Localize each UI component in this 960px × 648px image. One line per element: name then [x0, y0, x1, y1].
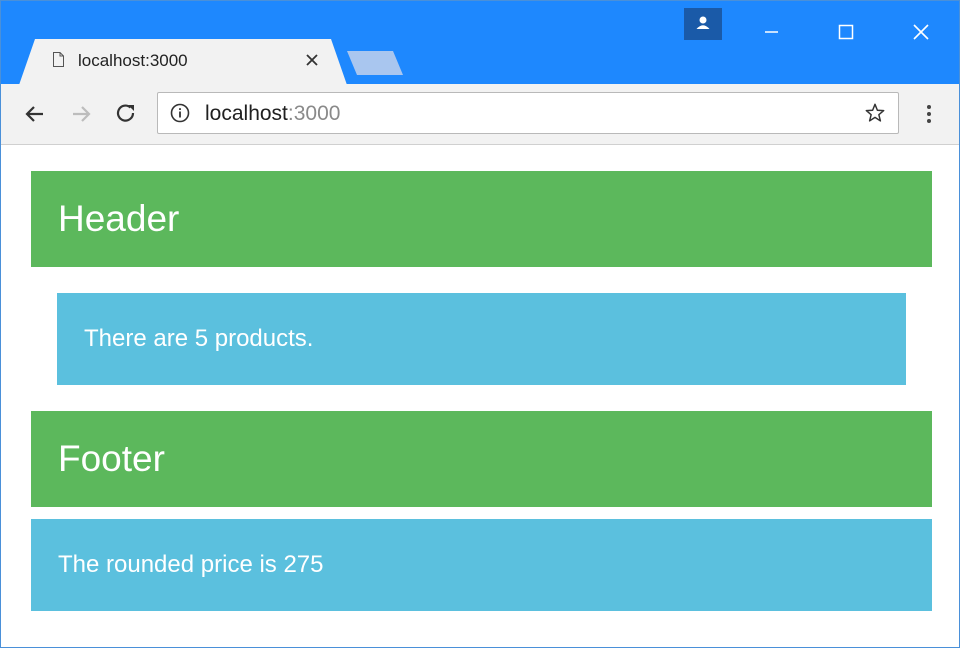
forward-arrow-icon[interactable]	[69, 102, 93, 126]
address-bar[interactable]: localhost:3000	[157, 92, 899, 134]
new-tab-icon[interactable]	[347, 51, 403, 75]
person-icon[interactable]	[684, 8, 722, 40]
browser-window: localhost:3000 localhost:3000 Header The…	[0, 0, 960, 648]
back-arrow-icon[interactable]	[23, 102, 47, 126]
close-icon[interactable]	[303, 51, 321, 69]
title-bar: localhost:3000	[1, 1, 959, 85]
page-content: Header There are 5 products. Footer The …	[1, 145, 959, 647]
page-icon	[53, 52, 64, 67]
url-host: localhost	[205, 102, 288, 125]
price-message: The rounded price is 275	[31, 519, 932, 611]
info-icon[interactable]	[170, 103, 190, 123]
products-message: There are 5 products.	[57, 293, 906, 385]
url-port: :3000	[287, 102, 341, 125]
kebab-menu-icon[interactable]	[919, 102, 939, 126]
minimize-icon[interactable]	[751, 13, 791, 43]
footer-panel: Footer	[31, 411, 932, 507]
star-icon[interactable]	[864, 102, 886, 124]
header-panel: Header	[31, 171, 932, 267]
maximize-icon[interactable]	[826, 13, 866, 43]
tab-title: localhost:3000	[78, 51, 188, 70]
toolbar: localhost:3000	[1, 84, 959, 145]
reload-icon[interactable]	[114, 102, 138, 126]
close-icon[interactable]	[901, 13, 941, 43]
url-text[interactable]: localhost:3000	[205, 102, 340, 126]
